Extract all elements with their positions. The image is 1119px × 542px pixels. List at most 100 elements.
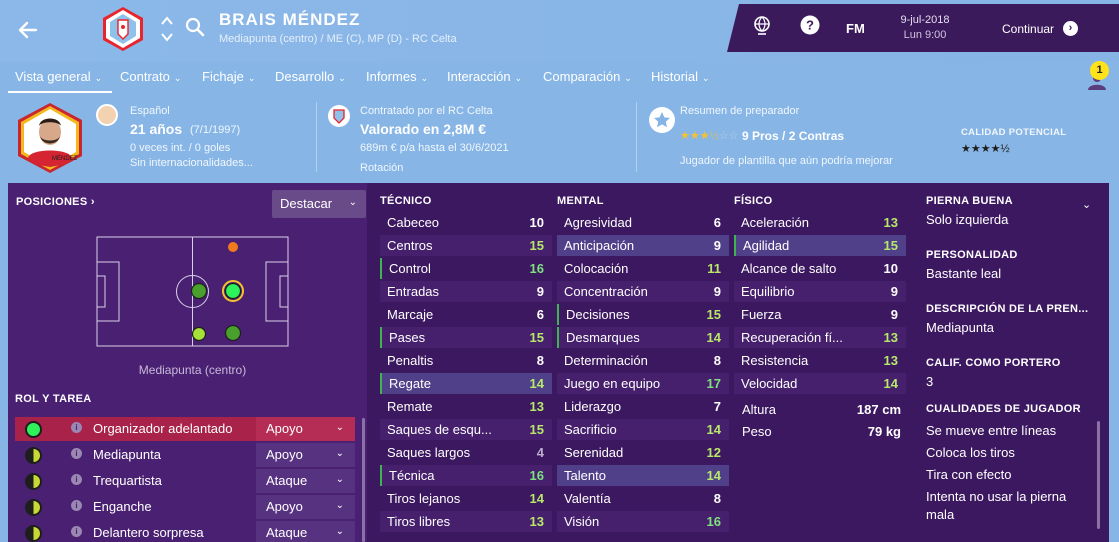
attribute-row[interactable]: Talento 14	[557, 465, 729, 486]
attribute-value: 10	[883, 261, 898, 276]
attribute-row[interactable]: Determinación 8	[557, 350, 729, 371]
attribute-row[interactable]: Velocidad 14	[734, 373, 906, 394]
info-icon[interactable]: i	[71, 526, 82, 537]
tab-bar: Vista general ⌄ Contrato ⌄ Fichaje ⌄ Desarr…	[0, 64, 1119, 94]
globe-icon[interactable]	[751, 14, 773, 36]
attribute-row[interactable]: Desmarques 14	[557, 327, 729, 348]
info-icon[interactable]: i	[71, 448, 82, 459]
attribute-row[interactable]: Pases 15	[380, 327, 552, 348]
duty-dropdown[interactable]: Ataque ⌄	[256, 469, 355, 493]
role-row[interactable]: i Mediapunta Apoyo ⌄	[15, 443, 355, 467]
height-row: Altura 187 cm	[742, 402, 901, 417]
attribute-value: 15	[529, 330, 544, 345]
duty-dropdown[interactable]: Ataque ⌄	[256, 521, 355, 542]
club-crest-small-icon	[328, 105, 350, 127]
info-icon[interactable]: i	[71, 474, 82, 485]
date-of-birth: (7/1/1997)	[190, 124, 241, 136]
tab-overview[interactable]: Vista general ⌄	[15, 69, 102, 84]
tab-development[interactable]: Desarrollo ⌄	[275, 69, 346, 84]
attribute-row[interactable]: Liderazgo 7	[557, 396, 729, 417]
attribute-row[interactable]: Juego en equipo 17	[557, 373, 729, 394]
attribute-row[interactable]: Control 16	[380, 258, 552, 279]
club-crest-icon[interactable]	[100, 6, 146, 52]
attribute-row[interactable]: Aceleración 13	[734, 212, 906, 233]
tab-contract[interactable]: Contrato ⌄	[120, 69, 181, 84]
tab-history[interactable]: Historial ⌄	[651, 69, 710, 84]
attribute-row[interactable]: Valentía 8	[557, 488, 729, 509]
notification-badge[interactable]: 1	[1090, 61, 1109, 80]
attribute-name: Pases	[389, 330, 426, 345]
attribute-value: 9	[713, 284, 721, 299]
game-date: 9-jul-2018	[900, 14, 950, 26]
role-row[interactable]: i Enganche Apoyo ⌄	[15, 495, 355, 519]
attribute-row[interactable]: Concentración 9	[557, 281, 729, 302]
duty-dropdown[interactable]: Apoyo ⌄	[256, 495, 355, 519]
back-arrow-icon[interactable]	[14, 16, 42, 44]
attribute-row[interactable]: Marcaje 6	[380, 304, 552, 325]
attribute-row[interactable]: Alcance de salto 10	[734, 258, 906, 279]
help-icon[interactable]: ?	[799, 14, 821, 36]
attribute-row[interactable]: Decisiones 15	[557, 304, 729, 325]
attribute-row[interactable]: Serenidad 12	[557, 442, 729, 463]
tab-reports[interactable]: Informes ⌄	[366, 69, 428, 84]
attribute-name: Remate	[387, 399, 433, 414]
roles-scrollbar[interactable]	[362, 418, 365, 542]
attribute-row[interactable]: Equilibrio 9	[734, 281, 906, 302]
attribute-row[interactable]: Colocación 11	[557, 258, 729, 279]
coach-summary-title: Resumen de preparador	[680, 105, 800, 117]
attribute-row[interactable]: Agilidad 15	[734, 235, 906, 256]
attribute-row[interactable]: Regate 14	[380, 373, 552, 394]
info-icon[interactable]: i	[71, 500, 82, 511]
attribute-row[interactable]: Visión 16	[557, 511, 729, 532]
player-traits-title: CUALIDADES DE JUGADOR	[926, 403, 1081, 415]
attribute-row[interactable]: Anticipación 9	[557, 235, 729, 256]
role-row[interactable]: i Trequartista Ataque ⌄	[15, 469, 355, 493]
attribute-row[interactable]: Resistencia 13	[734, 350, 906, 371]
attribute-row[interactable]: Sacrificio 14	[557, 419, 729, 440]
attribute-name: Serenidad	[564, 445, 624, 460]
fm-menu-button[interactable]: FM	[846, 21, 865, 36]
attribute-row[interactable]: Tiros lejanos 14	[380, 488, 552, 509]
attribute-row[interactable]: Tiros libres 13	[380, 511, 552, 532]
continue-button[interactable]: Continuar	[1002, 22, 1054, 36]
tab-transfer[interactable]: Fichaje ⌄	[202, 69, 255, 84]
chevron-down-icon: ⌄	[624, 73, 632, 83]
trait-item: Intenta no usar la pierna	[926, 489, 1067, 504]
chevron-down-icon[interactable]: ⌄	[1082, 198, 1091, 211]
attribute-row[interactable]: Penaltis 8	[380, 350, 552, 371]
attribute-name: Concentración	[564, 284, 648, 299]
search-icon[interactable]	[184, 16, 206, 38]
attribute-row[interactable]: Recuperación fí... 13	[734, 327, 906, 348]
duty-dropdown[interactable]: Apoyo ⌄	[256, 443, 355, 467]
attribute-row[interactable]: Remate 13	[380, 396, 552, 417]
attribute-name: Equilibrio	[741, 284, 795, 299]
attribute-row[interactable]: Agresividad 6	[557, 212, 729, 233]
tab-interaction[interactable]: Interacción ⌄	[447, 69, 522, 84]
attribute-name: Centros	[387, 238, 433, 253]
highlight-dropdown[interactable]: Destacar ⌄	[272, 190, 366, 218]
player-switch-icon[interactable]	[158, 12, 176, 46]
attribute-row[interactable]: Fuerza 9	[734, 304, 906, 325]
attribute-row[interactable]: Saques de esqu... 15	[380, 419, 552, 440]
attribute-row[interactable]: Centros 15	[380, 235, 552, 256]
attribute-value: 15	[706, 307, 721, 322]
role-row[interactable]: i Delantero sorpresa Ataque ⌄	[15, 521, 355, 542]
traits-scrollbar[interactable]	[1097, 421, 1100, 529]
duty-dropdown[interactable]: Apoyo ⌄	[256, 417, 355, 441]
attribute-row[interactable]: Entradas 9	[380, 281, 552, 302]
player-portrait	[18, 103, 82, 173]
attribute-row[interactable]: Saques largos 4	[380, 442, 552, 463]
attribute-row[interactable]: Técnica 16	[380, 465, 552, 486]
attribute-value: 15	[529, 422, 544, 437]
pros-cons[interactable]: 9 Pros / 2 Contras	[742, 129, 844, 143]
tab-comparison[interactable]: Comparación ⌄	[543, 69, 632, 84]
role-row[interactable]: i Organizador adelantado Apoyo ⌄	[15, 417, 355, 441]
game-time: Lun 9:00	[903, 29, 947, 41]
attribute-row[interactable]: Cabeceo 10	[380, 212, 552, 233]
attribute-name: Saques largos	[387, 445, 471, 460]
continue-arrow-icon[interactable]: ›	[1063, 21, 1078, 36]
info-icon[interactable]: i	[71, 422, 82, 433]
media-description-title: DESCRIPCIÓN DE LA PREN...	[926, 303, 1089, 315]
chevron-down-icon: ⌄	[335, 474, 344, 485]
positions-title[interactable]: POSICIONES ›	[16, 196, 95, 208]
